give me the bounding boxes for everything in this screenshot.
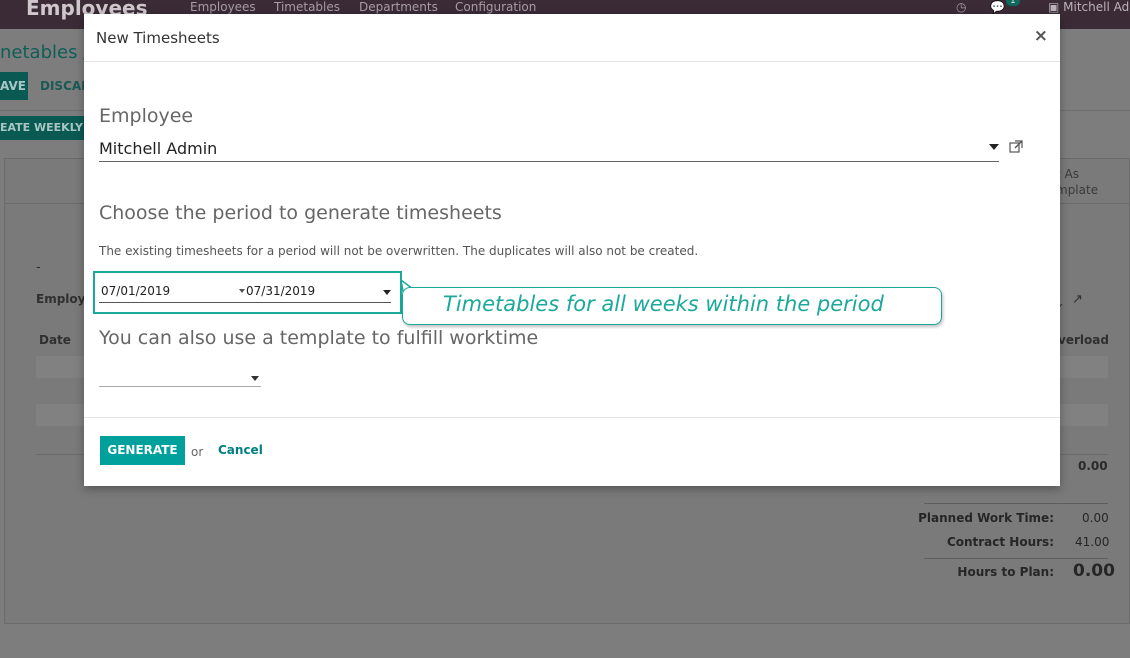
dialog-header: New Timesheets × bbox=[84, 14, 1060, 62]
date-range-field: 07/01/2019 07/31/2019 bbox=[93, 271, 402, 314]
user-name: Mitchell Ad bbox=[1063, 0, 1130, 14]
or-text: or bbox=[191, 445, 204, 459]
menu-configuration[interactable]: Configuration bbox=[455, 0, 536, 14]
date-from-input[interactable]: 07/01/2019 bbox=[101, 284, 241, 298]
employee-value: Mitchell Admin bbox=[99, 139, 218, 158]
dialog-title: New Timesheets bbox=[96, 29, 220, 47]
hours-to-plan-label: Hours to Plan: bbox=[957, 565, 1054, 579]
create-weekly-button[interactable]: EATE WEEKLY bbox=[0, 116, 84, 140]
period-note: The existing timesheets for a period wil… bbox=[99, 244, 699, 258]
hours-to-plan-value: 0.00 bbox=[1073, 561, 1115, 581]
breadcrumb[interactable]: netables / bbox=[0, 42, 89, 63]
template-label-line1: t As bbox=[1056, 167, 1079, 181]
new-timesheets-dialog: New Timesheets × Employee Mitchell Admin… bbox=[84, 14, 1060, 486]
external-link-icon[interactable] bbox=[1009, 140, 1023, 154]
date-to-input[interactable]: 07/31/2019 bbox=[246, 284, 386, 298]
callout-text: Timetables for all weeks within the peri… bbox=[443, 292, 884, 316]
chat-icon[interactable]: 💬 1 bbox=[990, 0, 1020, 14]
divider bbox=[924, 503, 1108, 504]
chevron-down-icon[interactable] bbox=[251, 376, 259, 381]
record-name: - bbox=[36, 260, 41, 275]
avatar: ▣ bbox=[1048, 0, 1064, 14]
contract-hours-value: 41.00 bbox=[1075, 535, 1110, 549]
field-underline bbox=[99, 302, 391, 303]
divider bbox=[924, 558, 1108, 559]
generate-button[interactable]: GENERATE bbox=[100, 436, 185, 465]
user-menu[interactable]: ▣ Mitchell Ad bbox=[1048, 0, 1129, 14]
menu-departments[interactable]: Departments bbox=[359, 0, 438, 14]
planned-work-time-label: Planned Work Time: bbox=[918, 511, 1054, 525]
activity-clock-icon[interactable]: ◷ bbox=[956, 0, 966, 14]
dialog-footer: GENERATE or Cancel bbox=[84, 417, 1060, 486]
planned-work-time-value: 0.00 bbox=[1082, 511, 1109, 525]
menu-timetables[interactable]: Timetables bbox=[274, 0, 340, 14]
set-as-template-button[interactable]: t As mplate bbox=[1056, 166, 1098, 198]
template-label-line2: mplate bbox=[1056, 183, 1099, 197]
discard-button[interactable]: DISCAR bbox=[40, 79, 90, 93]
employee-label: Employee bbox=[99, 105, 194, 127]
external-link-icon[interactable]: ↗ bbox=[1072, 292, 1083, 307]
chevron-down-icon[interactable] bbox=[989, 144, 999, 150]
range-arrow-icon bbox=[239, 289, 245, 293]
date-column-header: Date bbox=[39, 333, 71, 347]
template-heading: You can also use a template to fulfill w… bbox=[99, 327, 539, 349]
employee-field[interactable]: Mitchell Admin bbox=[99, 138, 999, 162]
cancel-button[interactable]: Cancel bbox=[218, 443, 263, 457]
overload-column-header: verload bbox=[1058, 333, 1109, 347]
period-heading: Choose the period to generate timesheets bbox=[99, 202, 502, 224]
close-icon[interactable]: × bbox=[1034, 26, 1048, 46]
chevron-down-icon[interactable] bbox=[383, 290, 391, 295]
annotation-callout: Timetables for all weeks within the peri… bbox=[402, 287, 942, 325]
total-value: 0.00 bbox=[1078, 459, 1108, 473]
menu-employees[interactable]: Employees bbox=[190, 0, 256, 14]
template-select[interactable] bbox=[99, 369, 261, 387]
chat-count-badge: 1 bbox=[1006, 0, 1020, 6]
save-button[interactable]: AVE bbox=[0, 72, 28, 100]
contract-hours-label: Contract Hours: bbox=[946, 535, 1054, 549]
